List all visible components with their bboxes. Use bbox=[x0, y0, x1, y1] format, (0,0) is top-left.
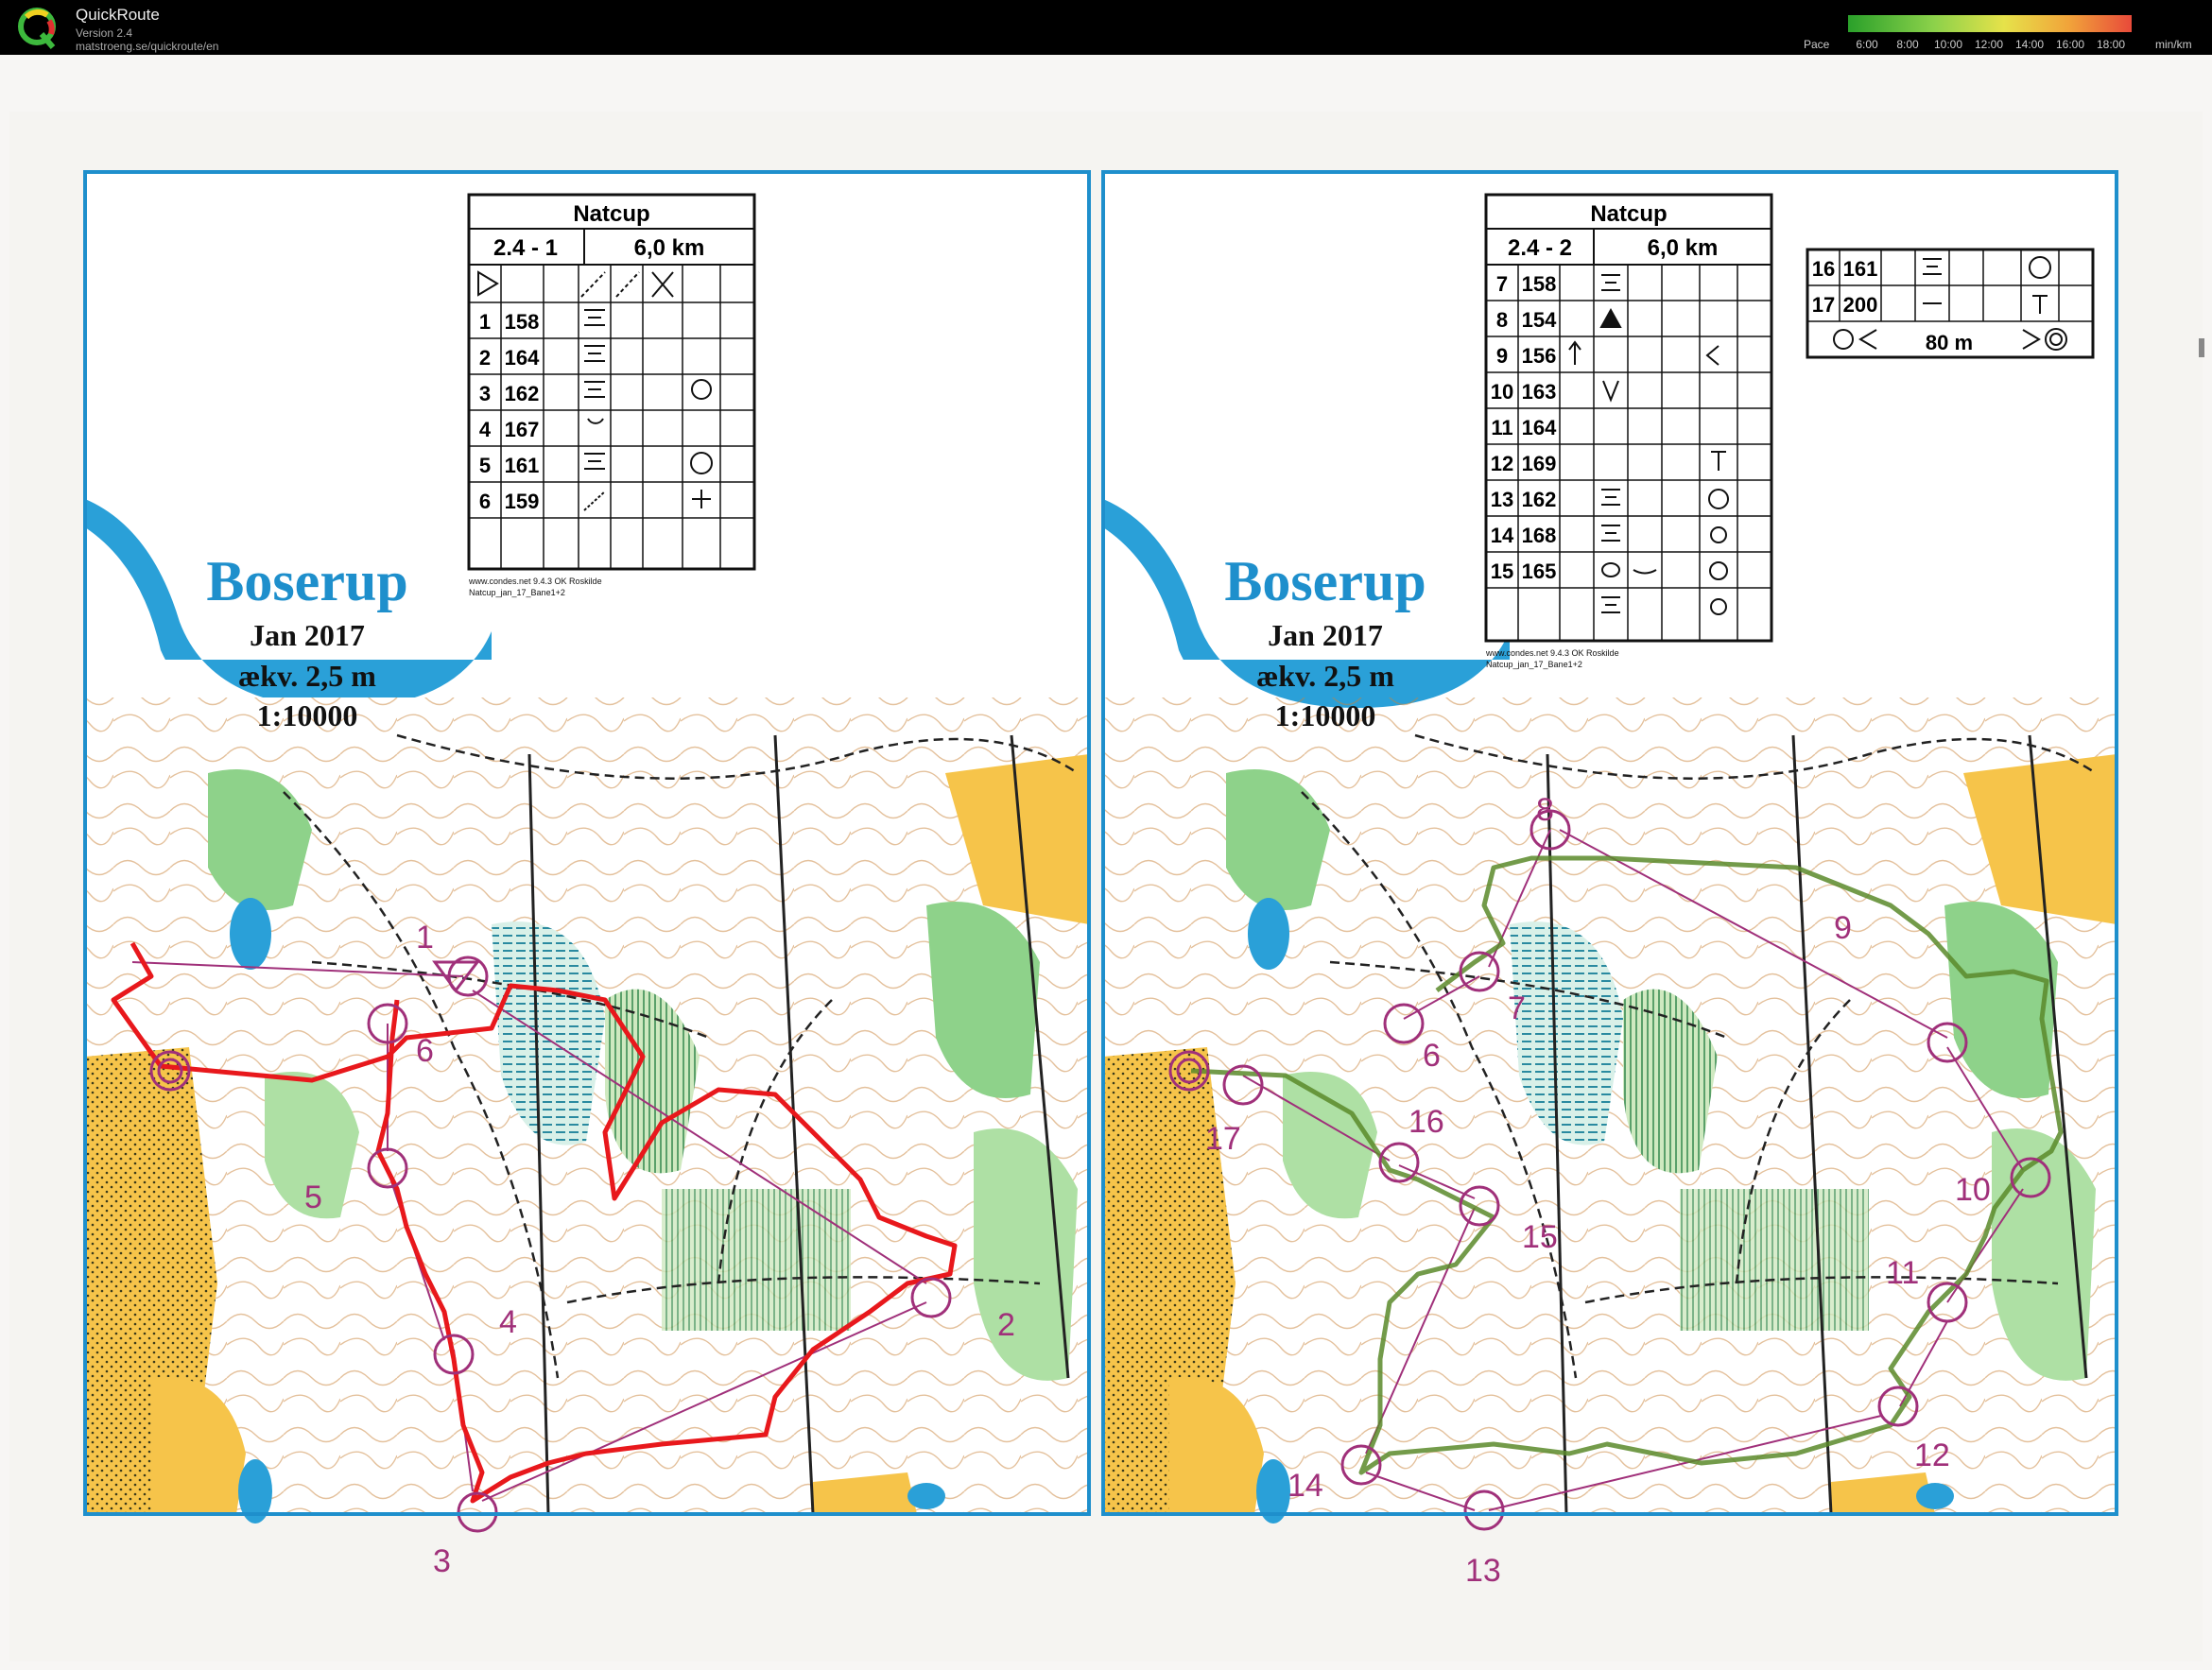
left-row-num: 1 bbox=[479, 310, 491, 334]
right-control-label: 15 bbox=[1522, 1219, 1558, 1255]
app-title: QuickRoute bbox=[76, 6, 160, 24]
right-table-footer: Natcup_jan_17_Bane1+2 bbox=[1486, 660, 1582, 669]
scroll-marker[interactable] bbox=[2199, 338, 2204, 357]
left-map-date: Jan 2017 bbox=[250, 618, 365, 652]
right-row-code: 168 bbox=[1522, 524, 1557, 547]
left-table-footer: Natcup_jan_17_Bane1+2 bbox=[469, 588, 565, 597]
right-map-date: Jan 2017 bbox=[1268, 618, 1383, 652]
pace-tick: 6:00 bbox=[1856, 38, 1878, 51]
left-map-contour: ækv. 2,5 m bbox=[238, 659, 376, 693]
left-row-code: 164 bbox=[505, 346, 540, 370]
right-control-label: 11 bbox=[1886, 1255, 1919, 1291]
right-row-code: 162 bbox=[1522, 488, 1557, 511]
right-control-label: 12 bbox=[1914, 1438, 1950, 1473]
left-table-footer: www.condes.net 9.4.3 OK Roskilde bbox=[468, 577, 602, 586]
right-row-code: 169 bbox=[1522, 452, 1557, 475]
left-row-num: 2 bbox=[479, 346, 491, 370]
pace-tick: 8:00 bbox=[1896, 38, 1919, 51]
right-row-num: 10 bbox=[1491, 380, 1513, 404]
right-control-label: 13 bbox=[1465, 1553, 1501, 1589]
right-table-course: 2.4 - 2 bbox=[1508, 235, 1572, 261]
right-control-table: Natcup 2.4 - 2 6,0 km 7 158 8 154 9 156 … bbox=[1484, 193, 1773, 669]
right-row-num: 9 bbox=[1496, 344, 1508, 368]
right-table-length: 6,0 km bbox=[1648, 235, 1719, 261]
right-control-label: 8 bbox=[1536, 792, 1554, 828]
left-map: 1 2 3 4 5 6 Boserup Jan 2017 ækv. 2,5 m … bbox=[83, 170, 1091, 1579]
extra-row-code: 161 bbox=[1843, 257, 1878, 281]
left-row-code: 161 bbox=[505, 454, 540, 477]
left-row-num: 3 bbox=[479, 382, 491, 405]
right-row-code: 165 bbox=[1522, 560, 1557, 583]
left-control-label: 4 bbox=[499, 1304, 517, 1340]
right-row-code: 163 bbox=[1522, 380, 1557, 404]
right-row-code: 158 bbox=[1522, 272, 1557, 296]
right-control-label: 16 bbox=[1408, 1104, 1444, 1140]
right-map-scale: 1:10000 bbox=[1275, 698, 1376, 732]
pace-unit: min/km bbox=[2155, 38, 2192, 51]
left-row-num: 5 bbox=[479, 454, 491, 477]
right-map: 6 7 8 9 10 11 12 13 14 15 16 17 Boserup … bbox=[1101, 170, 2118, 1589]
right-row-num: 15 bbox=[1491, 560, 1513, 583]
left-table-course: 2.4 - 1 bbox=[493, 235, 558, 261]
right-table-footer: www.condes.net 9.4.3 OK Roskilde bbox=[1485, 648, 1619, 658]
quickroute-logo-icon bbox=[18, 8, 56, 49]
pace-ticks: 6:00 8:00 10:00 12:00 14:00 16:00 18:00 bbox=[1848, 38, 2132, 51]
right-row-num: 13 bbox=[1491, 488, 1513, 511]
pace-tick: 12:00 bbox=[1974, 38, 2004, 51]
map-view[interactable]: 1 2 3 4 5 6 Boserup Jan 2017 ækv. 2,5 m … bbox=[0, 55, 2212, 1670]
left-row-num: 4 bbox=[479, 418, 492, 441]
pace-color-scale bbox=[1848, 15, 2132, 32]
right-map-contour: ækv. 2,5 m bbox=[1256, 659, 1394, 693]
extra-row-num: 16 bbox=[1812, 257, 1835, 281]
right-row-num: 7 bbox=[1496, 272, 1508, 296]
right-row-code: 164 bbox=[1522, 416, 1557, 439]
left-row-code: 167 bbox=[505, 418, 540, 441]
extra-row-num: 17 bbox=[1812, 293, 1835, 317]
left-row-code: 159 bbox=[505, 490, 540, 513]
pace-label: Pace bbox=[1804, 38, 1830, 51]
pace-tick: 10:00 bbox=[1933, 38, 1963, 51]
right-control-label: 17 bbox=[1205, 1121, 1241, 1157]
left-row-num: 6 bbox=[479, 490, 491, 513]
right-control-label: 10 bbox=[1955, 1172, 1991, 1208]
title-bar: QuickRoute Version 2.4 matstroeng.se/qui… bbox=[0, 0, 2212, 55]
app-url[interactable]: matstroeng.se/quickroute/en bbox=[76, 40, 218, 53]
pace-tick: 16:00 bbox=[2055, 38, 2085, 51]
right-table-title: Natcup bbox=[1590, 201, 1667, 227]
right-control-label: 7 bbox=[1508, 990, 1526, 1026]
right-row-code: 156 bbox=[1522, 344, 1557, 368]
right-control-label: 6 bbox=[1423, 1038, 1441, 1074]
right-extra-table: 16 161 17 200 80 m bbox=[1806, 248, 2095, 359]
left-control-table: Natcup 2.4 - 1 6,0 km 1 158 2 164 3 162 … bbox=[467, 193, 756, 597]
left-table-title: Natcup bbox=[573, 201, 649, 227]
left-control-label: 6 bbox=[416, 1033, 434, 1069]
left-map-name: Boserup bbox=[206, 550, 407, 612]
left-control-label: 2 bbox=[997, 1307, 1015, 1343]
right-map-name: Boserup bbox=[1224, 550, 1426, 612]
pace-tick: 14:00 bbox=[2014, 38, 2045, 51]
right-row-num: 8 bbox=[1496, 308, 1508, 332]
pace-tick: 18:00 bbox=[2096, 38, 2126, 51]
app-version: Version 2.4 bbox=[76, 26, 133, 40]
left-row-code: 162 bbox=[505, 382, 540, 405]
finish-distance: 80 m bbox=[1926, 331, 1973, 354]
right-control-label: 14 bbox=[1287, 1468, 1323, 1504]
left-row-code: 158 bbox=[505, 310, 540, 334]
extra-row-code: 200 bbox=[1843, 293, 1878, 317]
right-row-num: 11 bbox=[1491, 416, 1512, 439]
right-control-label: 9 bbox=[1834, 910, 1852, 946]
left-table-length: 6,0 km bbox=[634, 235, 705, 261]
right-row-num: 14 bbox=[1491, 524, 1514, 547]
left-control-label: 1 bbox=[416, 920, 434, 956]
left-control-label: 5 bbox=[304, 1179, 322, 1215]
left-control-label: 3 bbox=[433, 1543, 451, 1579]
right-row-num: 12 bbox=[1491, 452, 1513, 475]
right-row-code: 154 bbox=[1522, 308, 1557, 332]
left-map-scale: 1:10000 bbox=[257, 698, 358, 732]
